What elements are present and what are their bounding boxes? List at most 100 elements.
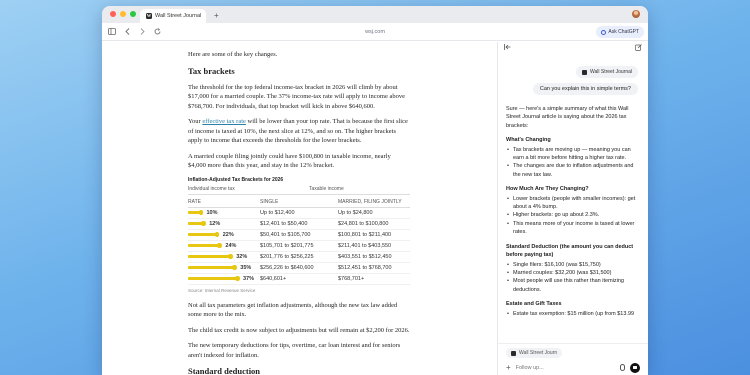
user-message: Can you explain this in simple terms? bbox=[532, 83, 638, 95]
rate-label: 10% bbox=[206, 209, 218, 216]
browser-window: W Wall Street Journal + wsj.com Ask Chat… bbox=[102, 6, 648, 375]
sidebar-header bbox=[498, 42, 648, 54]
wsj-favicon-icon: W bbox=[146, 13, 152, 19]
married-cell: Up to $24,800 bbox=[338, 209, 373, 216]
married-cell: $768,701+ bbox=[338, 275, 365, 282]
sidebar-toggle-icon[interactable] bbox=[108, 27, 116, 37]
tab-title: Wall Street Journal bbox=[155, 13, 202, 19]
new-tab-button[interactable]: + bbox=[214, 9, 219, 23]
ask-chatgpt-button[interactable]: Ask ChatGPT bbox=[596, 26, 644, 38]
rate-cell: 24% bbox=[188, 243, 260, 249]
close-window-button[interactable] bbox=[110, 11, 116, 17]
rate-bar bbox=[188, 221, 206, 226]
tax-bracket-table: Inflation-Adjusted Tax Brackets for 2026… bbox=[188, 177, 410, 293]
married-cell: $512,451 to $768,700 bbox=[338, 264, 392, 271]
list-item: Married couples: $32,200 (was $31,500) bbox=[506, 269, 638, 278]
list-item: Most people will use this rather than it… bbox=[506, 277, 638, 294]
reload-icon[interactable] bbox=[153, 27, 161, 37]
rate-cell: 22% bbox=[188, 232, 260, 238]
article-paragraph: Not all tax parameters get inflation adj… bbox=[188, 301, 398, 319]
chat-composer: Wall Street Journ + bbox=[498, 343, 648, 375]
table-row: 22% $50,401 to $105,700 $100,801 to $211,4… bbox=[188, 230, 410, 241]
assistant-reply: Sure — here's a simple summary of what t… bbox=[506, 105, 638, 345]
single-cell: $12,401 to $50,400 bbox=[260, 220, 308, 227]
send-button[interactable] bbox=[630, 362, 640, 373]
forward-arrow-icon[interactable] bbox=[138, 27, 146, 37]
single-cell: $105,701 to $201,775 bbox=[260, 242, 314, 249]
header-married: MARRIED, FILING JOINTLY bbox=[338, 198, 402, 205]
list-item: Estate tax exemption: $15 million (up fr… bbox=[506, 310, 638, 319]
article-body: Here are some of the key changes. Tax br… bbox=[102, 42, 497, 375]
table-row: 12% $12,401 to $50,400 $24,801 to $100,800 bbox=[188, 219, 410, 230]
article-paragraph: The new temporary deductions for tips, o… bbox=[188, 342, 401, 359]
content-area: Here are some of the key changes. Tax br… bbox=[102, 42, 648, 375]
reply-list-standard-deduction: Single filers: $16,100 (was $15,750) Mar… bbox=[506, 261, 638, 295]
browser-toolbar: wsj.com Ask ChatGPT bbox=[102, 23, 648, 41]
article-paragraph: The child tax credit is now subject to a… bbox=[188, 326, 410, 334]
collapse-sidebar-icon[interactable] bbox=[504, 44, 511, 52]
follow-up-input[interactable] bbox=[515, 364, 615, 371]
new-chat-icon[interactable] bbox=[635, 43, 642, 53]
single-cell: $50,401 to $105,700 bbox=[260, 231, 311, 238]
microphone-icon[interactable] bbox=[620, 364, 625, 371]
list-item: Tax brackets are moving up — meaning you… bbox=[506, 146, 638, 163]
rate-label: 24% bbox=[225, 242, 237, 249]
rate-cell: 12% bbox=[188, 221, 260, 227]
attach-plus-icon[interactable]: + bbox=[506, 363, 511, 372]
list-item: Higher brackets: go up about 2.3%. bbox=[506, 211, 638, 220]
table-subheader-left: Individual income tax bbox=[188, 185, 235, 192]
table-row: 37% $640,601+ $768,701+ bbox=[188, 274, 410, 285]
rate-cell: 32% bbox=[188, 254, 260, 260]
section-heading-tax-brackets: Tax brackets bbox=[188, 65, 235, 76]
rate-bar bbox=[188, 243, 223, 248]
stop-square-icon bbox=[633, 365, 637, 370]
profile-avatar[interactable] bbox=[632, 10, 640, 18]
section-heading-standard-deduction: Standard deduction bbox=[188, 366, 261, 375]
single-cell: $201,776 to $256,225 bbox=[260, 253, 314, 260]
paragraph-text: Your bbox=[188, 118, 203, 125]
window-controls bbox=[110, 11, 136, 17]
single-cell: $640,601+ bbox=[260, 275, 287, 282]
list-item: Single filers: $16,100 (was $15,750) bbox=[506, 261, 638, 270]
table-header-row: RATE SINGLE MARRIED, FILING JOINTLY bbox=[188, 197, 410, 208]
table-subheader: Individual income tax Taxable income bbox=[188, 186, 410, 195]
table-row: 24% $105,701 to $201,775 $211,401 to $403,… bbox=[188, 241, 410, 252]
composer-context-chip[interactable]: Wall Street Journ bbox=[506, 348, 563, 358]
rate-label: 12% bbox=[209, 220, 221, 227]
married-cell: $403,551 to $512,450 bbox=[338, 253, 392, 260]
ask-chatgpt-label: Ask ChatGPT bbox=[608, 29, 639, 35]
back-arrow-icon[interactable] bbox=[123, 27, 131, 37]
table-body: 10% Up to $12,400 Up to $24,800 12% $12,401 … bbox=[188, 208, 410, 285]
reply-intro: Sure — here's a simple summary of what t… bbox=[506, 106, 629, 129]
single-cell: $256,226 to $640,600 bbox=[260, 264, 314, 271]
tab-strip: W Wall Street Journal + bbox=[102, 6, 648, 23]
article-intro: Here are some of the key changes. bbox=[188, 51, 278, 58]
rate-label: 35% bbox=[240, 264, 252, 271]
table-row: 32% $201,776 to $256,225 $403,551 to $512,… bbox=[188, 252, 410, 263]
article-paragraph: Your effective tax rate will be lower th… bbox=[188, 117, 410, 146]
address-bar[interactable]: wsj.com bbox=[102, 29, 648, 35]
page-context-chip[interactable]: Wall Street Journal bbox=[575, 66, 638, 78]
rate-label: 22% bbox=[222, 231, 234, 238]
rate-cell: 35% bbox=[188, 265, 260, 271]
header-single: SINGLE bbox=[260, 198, 279, 205]
rate-cell: 10% bbox=[188, 210, 260, 216]
header-rate: RATE bbox=[188, 198, 201, 205]
rate-bar bbox=[188, 276, 240, 281]
zoom-window-button[interactable] bbox=[130, 11, 136, 17]
reply-section-title: Estate and Gift Taxes bbox=[506, 301, 562, 308]
list-item: The changes are due to inflation adjustm… bbox=[506, 162, 638, 179]
single-cell: Up to $12,400 bbox=[260, 209, 295, 216]
table-row: 35% $256,226 to $640,600 $512,451 to $768,… bbox=[188, 263, 410, 274]
rate-bar bbox=[188, 254, 233, 259]
reply-list-changing: Tax brackets are moving up — meaning you… bbox=[506, 146, 638, 180]
table-row: 10% Up to $12,400 Up to $24,800 bbox=[188, 208, 410, 219]
reply-list-how-much: Lower brackets (people with smaller inco… bbox=[506, 195, 638, 237]
minimize-window-button[interactable] bbox=[120, 11, 126, 17]
tab-wall-street-journal[interactable]: W Wall Street Journal bbox=[140, 9, 206, 23]
effective-tax-rate-link[interactable]: effective tax rate bbox=[202, 118, 246, 125]
table-source: Source: Internal Revenue Service bbox=[188, 287, 256, 293]
chatgpt-logo-icon bbox=[601, 29, 607, 35]
reply-list-estate: Estate tax exemption: $15 million (up fr… bbox=[506, 310, 638, 319]
married-cell: $211,401 to $403,550 bbox=[338, 242, 392, 249]
